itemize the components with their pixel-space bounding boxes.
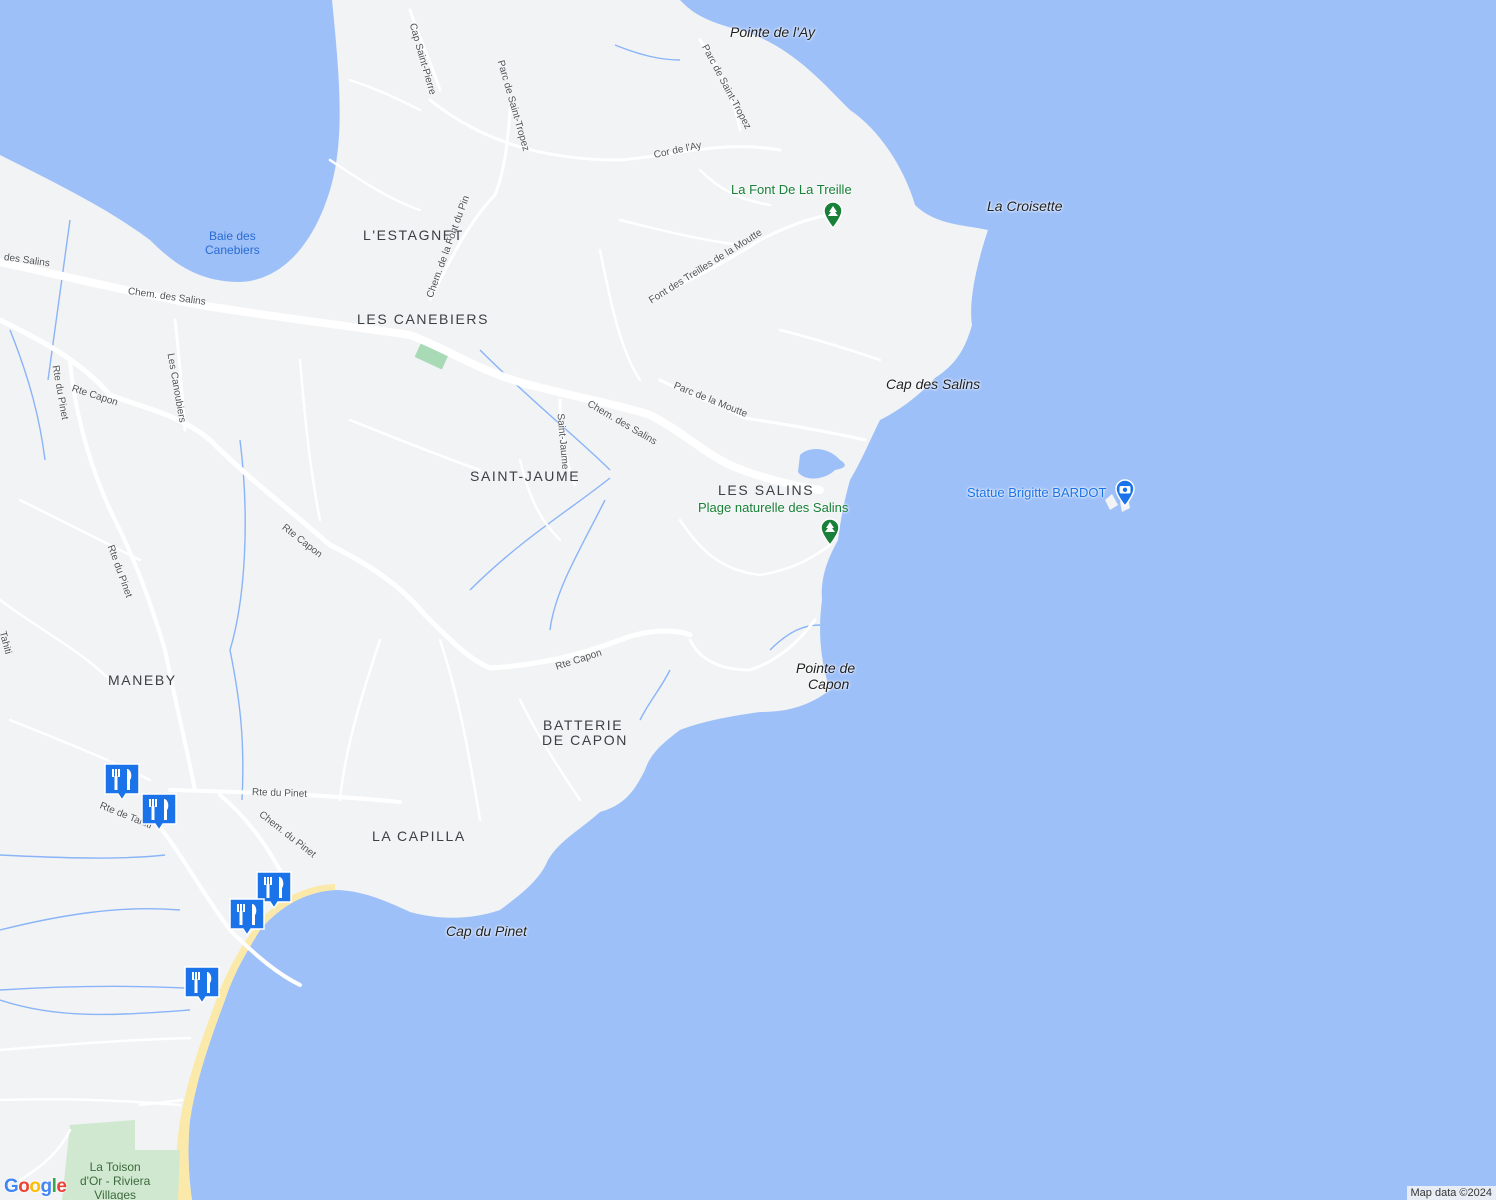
google-logo-letter: o <box>18 1176 30 1197</box>
google-logo[interactable]: Google <box>4 1176 67 1198</box>
street-label: Rte du Pinet <box>251 787 308 800</box>
google-logo-letter: o <box>29 1176 41 1197</box>
google-logo-text: Google <box>4 1176 67 1197</box>
map-attribution[interactable]: Map data ©2024 <box>1406 1186 1496 1200</box>
restaurant-icon[interactable] <box>183 965 221 1005</box>
restaurant-icon[interactable] <box>140 792 178 832</box>
park-pin-icon[interactable] <box>819 518 841 546</box>
google-logo-letter: G <box>4 1176 19 1197</box>
map-base-layer <box>0 0 1496 1200</box>
google-logo-letter: e <box>56 1176 67 1197</box>
google-logo-letter: g <box>40 1176 53 1197</box>
restaurant-icon[interactable] <box>228 897 266 937</box>
camera-pin-icon[interactable] <box>1114 479 1136 507</box>
park-pin-icon[interactable] <box>822 201 844 229</box>
map-canvas[interactable]: Baie des Canebiers L'ESTAGNET LES CANEBI… <box>0 0 1496 1200</box>
restaurant-icon[interactable] <box>103 762 141 802</box>
